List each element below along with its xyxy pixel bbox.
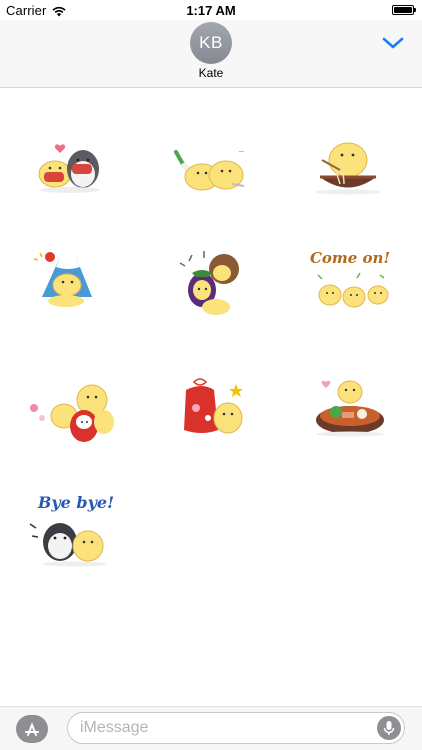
sticker-chicks-with-leek[interactable]: ~ bbox=[162, 122, 262, 222]
message-field[interactable] bbox=[67, 712, 405, 744]
sticker-chicks-daruma[interactable] bbox=[22, 370, 122, 470]
sticker-penguin-chick-bye-bye[interactable]: Bye bye! bbox=[22, 490, 122, 590]
sticker-bye-bye-text: Bye bye! bbox=[37, 493, 114, 512]
message-input[interactable] bbox=[80, 718, 360, 738]
sticker-chick-eating-noodles[interactable] bbox=[300, 122, 400, 222]
message-input-bar bbox=[0, 706, 422, 750]
battery-icon bbox=[392, 5, 416, 15]
chevron-down-icon[interactable] bbox=[382, 36, 404, 55]
status-bar: Carrier 1:17 AM bbox=[0, 0, 422, 20]
microphone-icon[interactable] bbox=[377, 716, 401, 740]
sticker-chicks-come-on[interactable]: Come on! bbox=[300, 245, 400, 345]
contact-avatar[interactable]: KB bbox=[190, 22, 232, 64]
contact-name[interactable]: Kate bbox=[0, 66, 422, 80]
conversation-header: KB Kate bbox=[0, 20, 422, 88]
sticker-chick-mount-fuji[interactable] bbox=[22, 245, 122, 345]
sticker-chick-sukiyaki[interactable] bbox=[300, 370, 400, 470]
app-store-icon[interactable] bbox=[16, 715, 48, 743]
sticker-chick-lucky-bag[interactable] bbox=[162, 370, 262, 470]
sticker-come-on-text: Come on! bbox=[310, 249, 390, 267]
sticker-chick-and-penguin-eating[interactable] bbox=[22, 122, 122, 222]
sticker-chick-eggplant-hawk[interactable] bbox=[162, 245, 262, 345]
svg-text:~: ~ bbox=[238, 147, 245, 156]
status-time: 1:17 AM bbox=[186, 3, 236, 18]
